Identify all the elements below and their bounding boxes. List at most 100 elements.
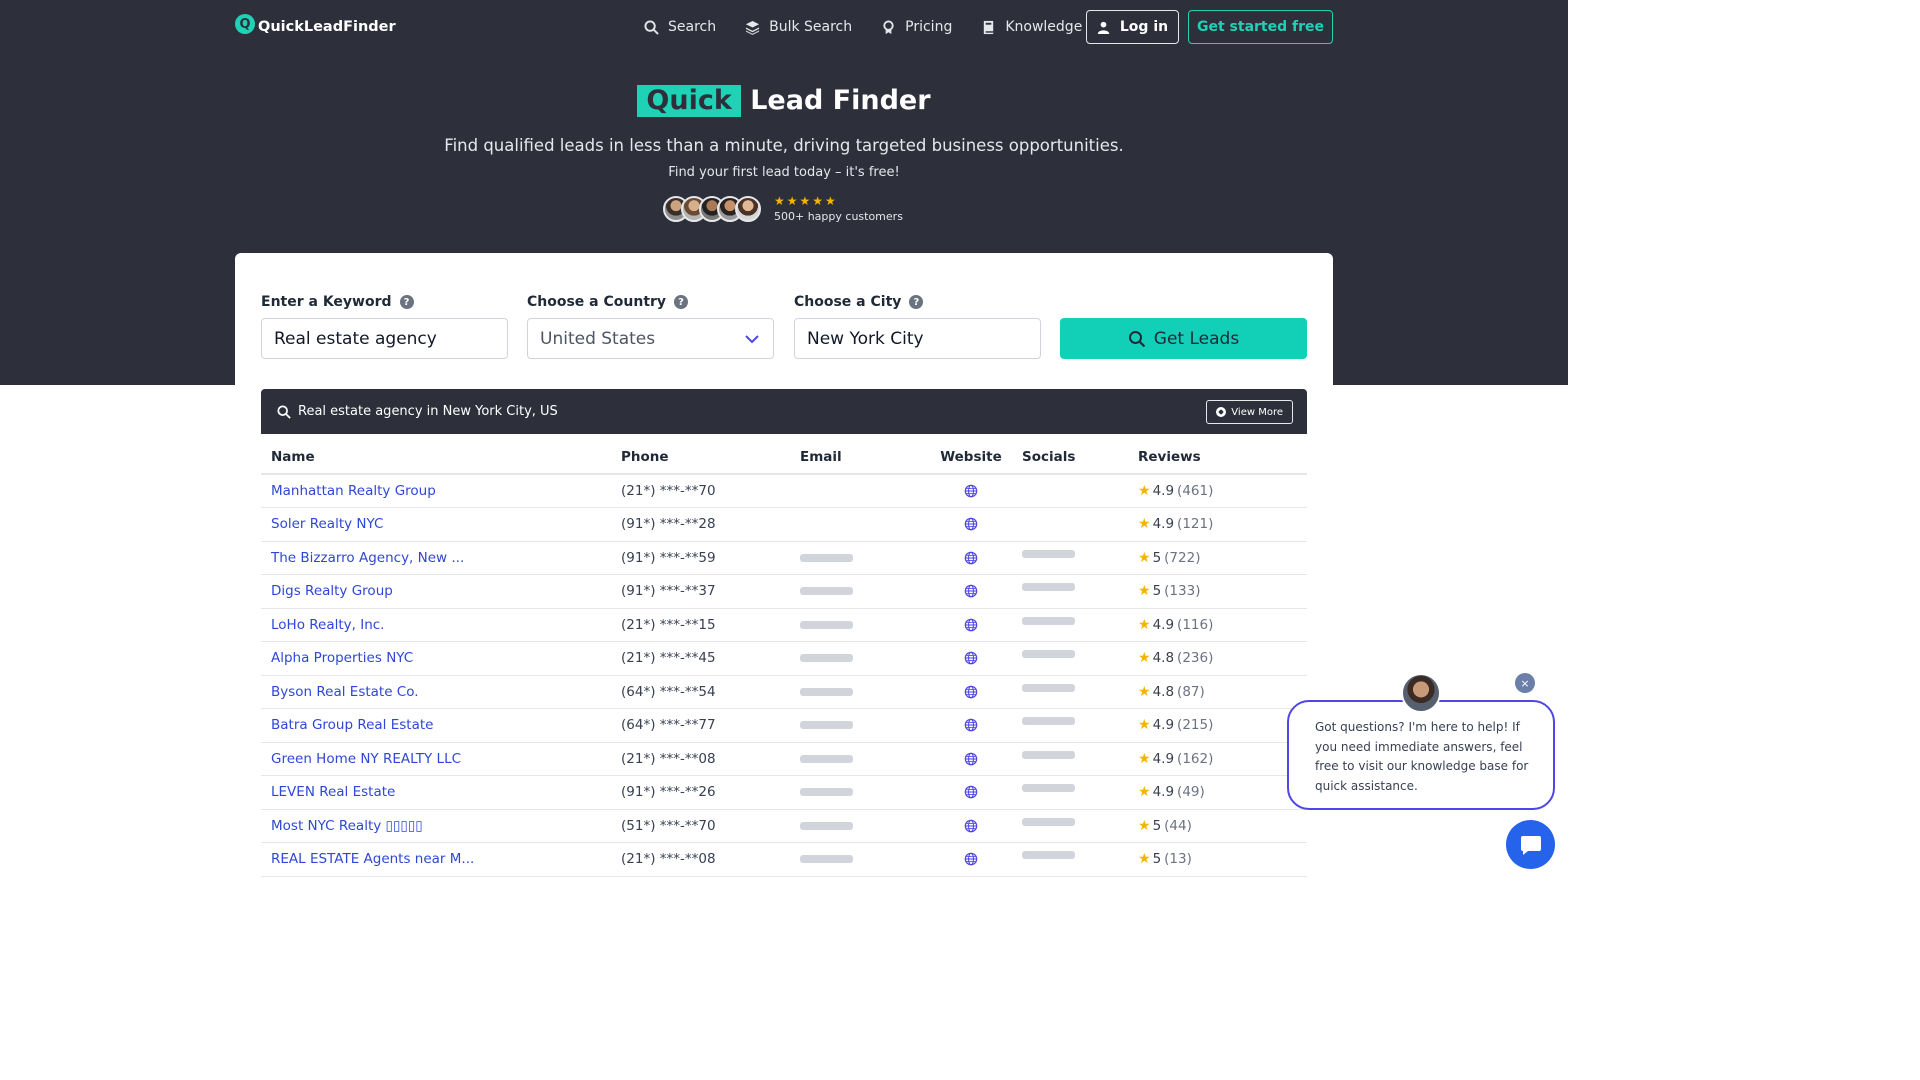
- lead-website: [930, 675, 1012, 709]
- lead-name-link[interactable]: Byson Real Estate Co.: [261, 675, 611, 709]
- lead-phone: (91*) ***-**59: [611, 541, 790, 575]
- lead-name-link[interactable]: REAL ESTATE Agents near M...: [261, 842, 611, 877]
- keyword-label: Enter a Keyword ?: [261, 294, 414, 310]
- table-row[interactable]: Soler Realty NYC (91*) ***-**28 ★ 4.9 (121): [261, 507, 1307, 542]
- email-blurred: [800, 855, 853, 864]
- lead-name-link[interactable]: Soler Realty NYC: [261, 507, 611, 542]
- star-icon: ★: [1138, 549, 1151, 566]
- table-row[interactable]: Byson Real Estate Co. (64*) ***-**54 ★ 4.8(…: [261, 675, 1307, 709]
- rating-value: 5: [1152, 583, 1162, 600]
- search-icon: [1128, 330, 1146, 347]
- review-count: (133): [1164, 583, 1201, 600]
- lead-website: [930, 708, 1012, 743]
- help-icon[interactable]: ?: [674, 295, 689, 309]
- globe-icon[interactable]: [964, 484, 978, 498]
- lead-socials: [1012, 708, 1128, 743]
- lead-name-link[interactable]: Batra Group Real Estate: [261, 708, 611, 743]
- chat-launcher-button[interactable]: [1506, 820, 1555, 869]
- avatar: [735, 196, 761, 222]
- col-email: Email: [790, 440, 930, 475]
- table-row[interactable]: Digs Realty Group (91*) ***-**37 ★ 5 (133): [261, 574, 1307, 609]
- nav-knowledge[interactable]: Knowledge: [981, 19, 1082, 35]
- country-select[interactable]: United States: [527, 318, 774, 359]
- lead-name-link[interactable]: Digs Realty Group: [261, 574, 611, 609]
- rating-value: 5: [1152, 851, 1162, 868]
- globe-icon[interactable]: [964, 852, 978, 866]
- table-row[interactable]: REAL ESTATE Agents near M... (21*) ***-**…: [261, 842, 1307, 877]
- view-more-button[interactable]: View More: [1206, 400, 1293, 424]
- nav-bulk-search[interactable]: Bulk Search: [745, 19, 852, 35]
- lead-reviews: ★ 5 (13): [1128, 842, 1307, 877]
- table-row[interactable]: LoHo Realty, Inc. (21*) ***-**15 ★ 4.9 (116): [261, 608, 1307, 642]
- email-blurred: [800, 654, 853, 663]
- globe-icon[interactable]: [964, 651, 978, 665]
- globe-icon[interactable]: [964, 718, 978, 732]
- email-blurred: [800, 553, 853, 562]
- top-navbar: Q QuickLeadFinder Search Bulk Search Pri…: [235, 10, 1333, 44]
- lead-socials: [1012, 507, 1128, 542]
- close-icon[interactable]: ×: [1515, 673, 1535, 693]
- table-row[interactable]: LEVEN Real Estate (91*) ***-**26 ★ 4.9 (49): [261, 775, 1307, 810]
- star-icon: ★: [1138, 516, 1151, 533]
- star-icon: ★: [1138, 650, 1151, 667]
- lead-name-link[interactable]: Alpha Properties NYC: [261, 641, 611, 676]
- lead-website: [930, 541, 1012, 575]
- lead-phone: (21*) ***-**15: [611, 608, 790, 642]
- chat-message-bubble[interactable]: Got questions? I'm here to help! If you …: [1287, 700, 1555, 810]
- nav-search[interactable]: Search: [644, 19, 716, 35]
- get-leads-button[interactable]: Get Leads: [1060, 318, 1307, 359]
- lead-name-link[interactable]: LEVEN Real Estate: [261, 775, 611, 810]
- lead-phone: (21*) ***-**08: [611, 742, 790, 776]
- brand-logo[interactable]: Q QuickLeadFinder: [235, 14, 396, 37]
- globe-icon[interactable]: [964, 752, 978, 766]
- globe-icon[interactable]: [964, 785, 978, 799]
- country-label-text: Choose a Country: [527, 294, 667, 310]
- globe-icon[interactable]: [964, 618, 978, 632]
- lead-email: [790, 641, 930, 676]
- keyword-value: Real estate agency: [274, 328, 437, 349]
- rating-value: 4.9: [1152, 784, 1175, 801]
- table-row[interactable]: The Bizzarro Agency, New ... (91*) ***-**…: [261, 541, 1307, 575]
- socials-blurred: [1022, 817, 1075, 826]
- table-row[interactable]: Green Home NY REALTY LLC (21*) ***-**08 ★ 4…: [261, 742, 1307, 776]
- lead-phone: (91*) ***-**28: [611, 507, 790, 542]
- help-icon[interactable]: ?: [399, 295, 414, 309]
- table-row[interactable]: Most NYC Realty ▯▯▯▯▯ (51*) ***-**70 ★ 5 (44…: [261, 809, 1307, 843]
- support-agent-avatar: [1401, 673, 1441, 713]
- help-icon[interactable]: ?: [909, 295, 924, 309]
- get-started-button[interactable]: Get started free: [1188, 10, 1333, 44]
- lead-reviews: ★ 4.9 (215): [1128, 708, 1307, 743]
- lead-name-link[interactable]: Most NYC Realty ▯▯▯▯▯: [261, 809, 611, 843]
- city-input[interactable]: New York City: [794, 318, 1041, 359]
- globe-icon[interactable]: [964, 584, 978, 598]
- lead-socials: [1012, 474, 1128, 508]
- hero-tagline: Find your first lead today – it's free!: [668, 165, 900, 180]
- keyword-input[interactable]: Real estate agency: [261, 318, 508, 359]
- globe-icon[interactable]: [964, 551, 978, 565]
- globe-icon[interactable]: [964, 819, 978, 833]
- get-leads-label: Get Leads: [1153, 328, 1240, 349]
- globe-icon[interactable]: [964, 685, 978, 699]
- chat-icon: [1520, 835, 1541, 855]
- lead-name-link[interactable]: The Bizzarro Agency, New ...: [261, 541, 611, 575]
- social-proof: ★★★★★ 500+ happy customers: [663, 195, 903, 223]
- review-count: (116): [1177, 616, 1214, 633]
- happy-customers: 500+ happy customers: [774, 210, 903, 223]
- chat-message: Got questions? I'm here to help! If you …: [1315, 720, 1529, 793]
- table-row[interactable]: Alpha Properties NYC (21*) ***-**45 ★ 4.8 (2…: [261, 641, 1307, 676]
- lead-website: [930, 608, 1012, 642]
- table-row[interactable]: Manhattan Realty Group (21*) ***-**70 ★ 4.9…: [261, 474, 1307, 508]
- login-button[interactable]: Log in: [1086, 10, 1179, 44]
- review-count: (44): [1164, 817, 1192, 834]
- lead-email: [790, 708, 930, 743]
- email-blurred: [800, 721, 853, 730]
- table-row[interactable]: Batra Group Real Estate (64*) ***-**77 ★ 4.…: [261, 708, 1307, 743]
- lead-name-link[interactable]: Green Home NY REALTY LLC: [261, 742, 611, 776]
- table-header-row: Name Phone Email Website Socials Reviews: [261, 440, 1307, 475]
- nav-pricing[interactable]: Pricing: [881, 19, 952, 35]
- nav-pricing-label: Pricing: [905, 19, 953, 35]
- lead-name-link[interactable]: Manhattan Realty Group: [261, 474, 611, 508]
- hero-subtitle: Find qualified leads in less than a minu…: [444, 136, 1124, 155]
- lead-name-link[interactable]: LoHo Realty, Inc.: [261, 608, 611, 642]
- globe-icon[interactable]: [964, 517, 978, 531]
